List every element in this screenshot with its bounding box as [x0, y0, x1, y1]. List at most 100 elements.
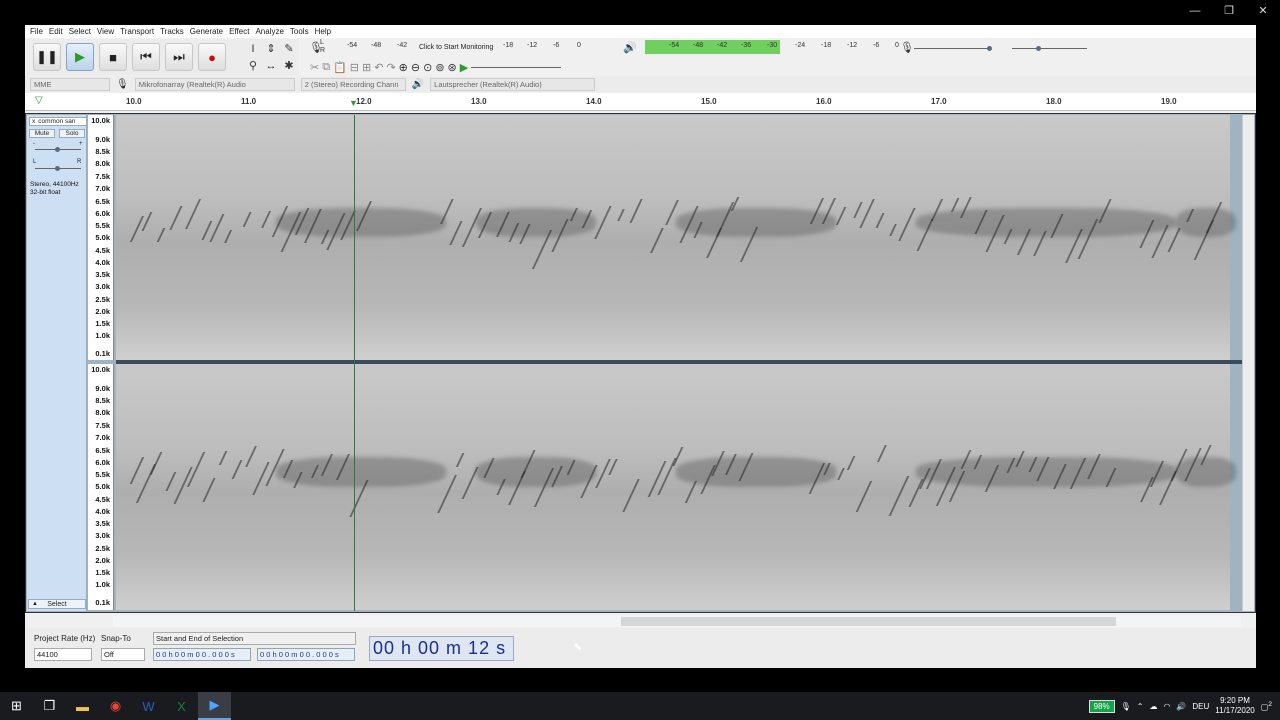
timeline-ruler[interactable]: ▽ 10.0 11.0 ▼ 12.0 13.0 14.0 15.0 16.0 1…: [25, 93, 1256, 111]
zoom-in-icon[interactable]: ⊕: [399, 61, 408, 74]
freq-label: 9.0k: [95, 384, 110, 393]
chrome-icon[interactable]: ◉: [99, 692, 132, 720]
frequency-scale-right[interactable]: 10.0k 9.0k 8.5k 8.0k 7.5k 7.0k 6.5k 6.0k…: [88, 364, 114, 610]
recording-device-select[interactable]: Mikrofonarray (Realtek(R) Audio: [134, 77, 295, 91]
silence-icon[interactable]: ⊞: [362, 61, 371, 74]
spectrogram-right-channel[interactable]: [116, 364, 1236, 610]
menu-tracks[interactable]: Tracks: [157, 25, 187, 38]
close-icon[interactable]: ✕: [1246, 0, 1280, 22]
notification-icon[interactable]: ▢2: [1261, 701, 1272, 712]
stop-button[interactable]: ■: [99, 43, 127, 71]
wifi-icon[interactable]: ◠: [1163, 702, 1170, 711]
language-indicator[interactable]: DEU: [1192, 702, 1209, 711]
menu-transport[interactable]: Transport: [117, 25, 157, 38]
fit-selection-icon[interactable]: ⊙: [423, 61, 432, 74]
spectrogram-chirp: [855, 480, 873, 512]
undo-icon[interactable]: ↶: [374, 61, 383, 74]
menu-file[interactable]: File: [27, 25, 46, 38]
selection-start-time[interactable]: 0 0 h 0 0 m 0 0 . 0 0 0 s: [153, 648, 251, 661]
zoom-out-icon[interactable]: ⊖: [411, 61, 420, 74]
collapse-icon[interactable]: ▲: [32, 600, 38, 609]
start-icon[interactable]: ⊞: [0, 692, 33, 720]
spectrogram-chirp: [440, 199, 454, 224]
play-speed-slider[interactable]: [471, 66, 562, 68]
mute-button[interactable]: Mute: [29, 129, 55, 138]
solo-button[interactable]: Solo: [59, 129, 85, 138]
excel-icon[interactable]: X: [165, 692, 198, 720]
envelope-tool-icon[interactable]: ⇕: [263, 41, 279, 56]
menu-analyze[interactable]: Analyze: [252, 25, 286, 38]
clock-date: 11/17/2020: [1215, 706, 1255, 715]
trim-icon[interactable]: ⊟: [350, 61, 359, 74]
skip-start-button[interactable]: ⏮: [132, 43, 160, 71]
playback-meter-level: [645, 40, 780, 54]
file-explorer-icon[interactable]: ▬: [66, 692, 99, 720]
skip-end-button[interactable]: ⏭: [165, 43, 193, 71]
network-icon[interactable]: ☁: [1149, 702, 1157, 711]
menu-view[interactable]: View: [94, 25, 117, 38]
slider-knob[interactable]: [987, 46, 992, 51]
menu-help[interactable]: Help: [312, 25, 334, 38]
redo-icon[interactable]: ↷: [386, 61, 395, 74]
playback-device-select[interactable]: Lautsprecher (Realtek(R) Audio): [430, 77, 596, 91]
menu-tools[interactable]: Tools: [287, 25, 312, 38]
copy-icon[interactable]: ⧉: [322, 61, 330, 74]
playback-volume-slider[interactable]: [1012, 48, 1087, 49]
play-at-speed-icon[interactable]: ▶: [460, 61, 468, 74]
spectrogram-chirp: [173, 467, 193, 505]
track-control-panel[interactable]: x common san Mute Solo - + L R Stereo, 44…: [27, 115, 87, 611]
record-button[interactable]: ●: [198, 43, 226, 71]
volume-icon[interactable]: 🔊: [1176, 702, 1186, 711]
selection-tool-icon[interactable]: I: [245, 41, 261, 56]
battery-indicator[interactable]: 98%: [1088, 699, 1115, 713]
menu-effect[interactable]: Effect: [226, 25, 252, 38]
microphone-icon[interactable]: 🎙: [1121, 702, 1131, 711]
audacity-taskbar-icon[interactable]: ▶: [198, 692, 231, 720]
selection-end-time[interactable]: 0 0 h 0 0 m 0 0 . 0 0 0 s: [257, 648, 355, 661]
play-head-icon[interactable]: ▽: [35, 95, 43, 106]
audio-host-select[interactable]: MME: [30, 77, 110, 91]
timeshift-tool-icon[interactable]: ↔: [263, 58, 279, 73]
horizontal-scroll-thumb[interactable]: [621, 617, 1116, 626]
play-button[interactable]: ▶: [66, 43, 94, 71]
menu-edit[interactable]: Edit: [46, 25, 66, 38]
menu-select[interactable]: Select: [66, 25, 94, 38]
zoom-toggle-icon[interactable]: ⊛: [448, 61, 457, 74]
pan-left-label: L: [33, 159, 37, 165]
multi-tool-icon[interactable]: ✱: [281, 58, 297, 73]
horizontal-scrollbar[interactable]: [113, 616, 1241, 627]
audio-position-display[interactable]: 00 h 00 m 12 s: [369, 636, 514, 661]
slider-knob[interactable]: [1036, 46, 1041, 51]
project-rate-select[interactable]: 44100: [34, 648, 92, 661]
select-track-button[interactable]: ▲ Select: [28, 599, 86, 609]
minimize-icon[interactable]: —: [1178, 0, 1212, 22]
play-tick: -12: [847, 42, 858, 49]
pause-button[interactable]: ❚❚: [33, 43, 61, 71]
frequency-scale-left[interactable]: 10.0k 9.0k 8.5k 8.0k 7.5k 7.0k 6.5k 6.0k…: [88, 115, 114, 360]
recording-volume-slider[interactable]: [914, 48, 989, 49]
spectrogram-left-channel[interactable]: [116, 115, 1236, 360]
menu-generate[interactable]: Generate: [187, 25, 226, 38]
track-close-icon[interactable]: x: [32, 118, 35, 125]
clock[interactable]: 9:20 PM 11/17/2020: [1215, 696, 1254, 716]
chevron-up-icon[interactable]: ⌃: [1137, 702, 1144, 711]
vertical-scrollbar[interactable]: [1242, 115, 1254, 611]
task-view-icon[interactable]: ❐: [33, 692, 66, 720]
gain-knob[interactable]: [55, 147, 60, 152]
snap-to-select[interactable]: Off: [101, 648, 145, 661]
device-toolbar: MME 🎙 Mikrofonarray (Realtek(R) Audio 2 …: [25, 76, 1256, 92]
draw-tool-icon[interactable]: ✎: [281, 41, 297, 56]
cut-icon[interactable]: ✂: [310, 61, 319, 74]
start-monitoring-label[interactable]: Click to Start Monitoring: [419, 44, 493, 51]
paste-icon[interactable]: 📋: [333, 61, 347, 74]
pan-knob[interactable]: [55, 166, 60, 171]
ruler-tick: 18.0: [1046, 97, 1062, 106]
recording-channels-select[interactable]: 2 (Stereo) Recording Chann: [300, 77, 406, 91]
fit-project-icon[interactable]: ⊚: [435, 61, 444, 74]
selection-mode-select[interactable]: Start and End of Selection: [153, 632, 356, 645]
word-icon[interactable]: W: [132, 692, 165, 720]
spectrogram-chirp: [210, 213, 225, 242]
zoom-tool-icon[interactable]: ⚲: [245, 58, 261, 73]
restore-icon[interactable]: ❐: [1212, 0, 1246, 22]
track-name-menu[interactable]: x common san: [29, 117, 87, 126]
